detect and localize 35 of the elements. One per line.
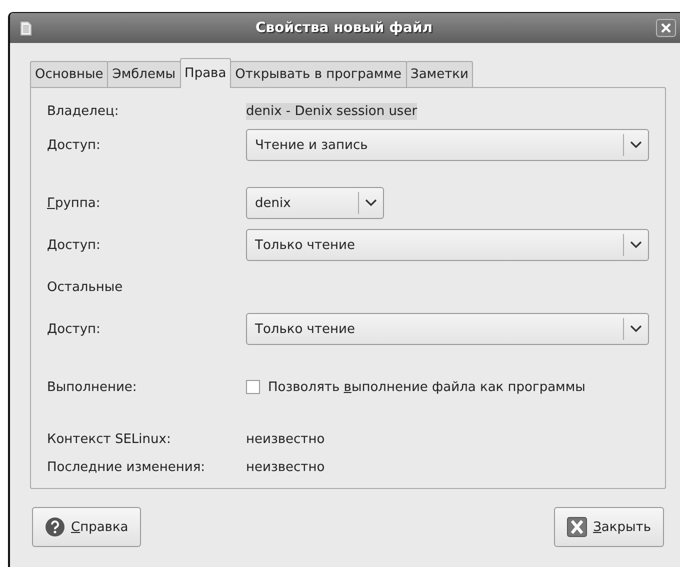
close-button[interactable]: Закрыть xyxy=(554,507,664,547)
tab[interactable]: Основные xyxy=(30,61,108,87)
close-button[interactable] xyxy=(656,19,676,37)
help-icon xyxy=(45,517,65,537)
field-label: Владелец: xyxy=(47,104,120,118)
dropdown[interactable]: Чтение и запись xyxy=(246,129,649,161)
tab[interactable]: Заметки xyxy=(406,61,474,87)
field-label: Контекст SELinux: xyxy=(47,432,172,446)
chevron-down-icon xyxy=(630,241,642,249)
checkbox[interactable] xyxy=(246,380,260,394)
field-value: denix - Denix session user xyxy=(246,102,418,120)
close-icon xyxy=(567,517,588,537)
checkbox-label[interactable]: Позволять выполнение файла как программы xyxy=(268,380,586,394)
field-label: Доступ: xyxy=(47,238,102,252)
dropdown[interactable]: Только чтение xyxy=(246,229,649,261)
dropdown[interactable]: Только чтение xyxy=(246,313,649,345)
field-label: Остальные xyxy=(47,280,124,294)
chevron-down-icon xyxy=(365,199,377,207)
window-title: Свойства новый файл xyxy=(254,20,434,36)
chevron-down-icon xyxy=(630,141,642,149)
tab[interactable]: Права xyxy=(180,58,232,88)
field-value: неизвестно xyxy=(246,458,325,476)
tab[interactable]: Эмблемы xyxy=(107,61,181,87)
chevron-down-icon xyxy=(630,325,642,333)
document-icon xyxy=(20,20,32,36)
field-label: Выполнение: xyxy=(47,380,138,394)
field-value: неизвестно xyxy=(246,430,325,448)
field-label: Доступ: xyxy=(47,138,102,152)
close-icon xyxy=(661,23,671,33)
dropdown[interactable]: denix xyxy=(246,187,384,219)
help-button[interactable]: Справка xyxy=(32,507,142,547)
field-label: Доступ: xyxy=(47,322,102,336)
field-label: Группа: xyxy=(47,196,102,210)
tab[interactable]: Открывать в программе xyxy=(230,61,406,87)
field-label: Последние изменения: xyxy=(47,460,206,474)
